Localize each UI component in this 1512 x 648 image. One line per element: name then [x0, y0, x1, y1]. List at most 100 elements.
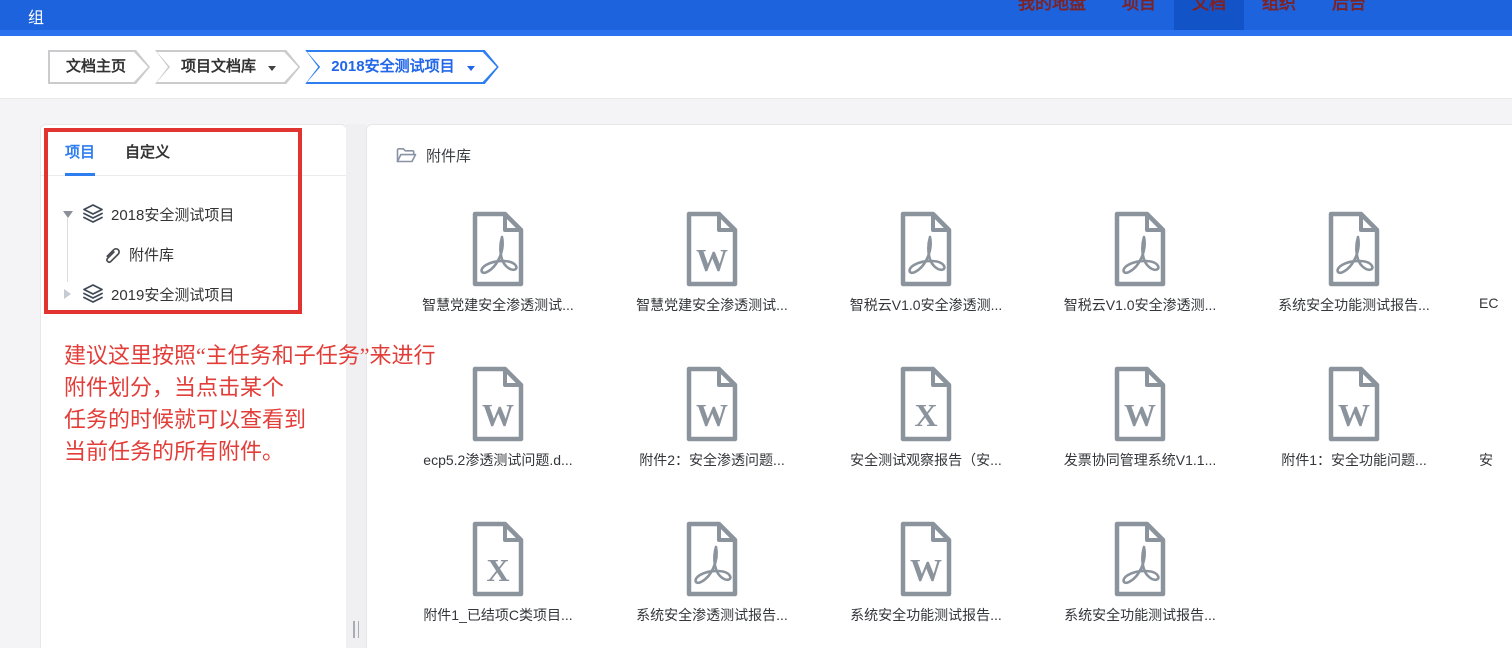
nav-item[interactable]: 组织 [1244, 0, 1314, 30]
layers-icon [83, 204, 103, 223]
file-type-icon: W X [683, 211, 741, 287]
系统安全渗透测试报告...[interactable]: W X 系统安全渗透测试报告... [605, 497, 819, 648]
panel-title: 附件库 [426, 148, 472, 165]
file-type-icon: W X [469, 366, 527, 442]
layers-icon [83, 284, 103, 303]
svg-text:W: W [1338, 397, 1370, 433]
breadcrumb: 文档主页 项目文档库 2018安全测试项目 [48, 50, 504, 84]
file-type-icon: W X [1325, 366, 1383, 442]
file-name: 系统安全功能测试报告... [1278, 297, 1430, 313]
智税云V1.0安全渗透测...[interactable]: W X 智税云V1.0安全渗透测... [1033, 187, 1247, 342]
sidebar-tabs: 项目 自定义 [41, 125, 346, 176]
svg-text:W: W [696, 397, 728, 433]
安全测试观察报告（安...[interactable]: W X 安全测试观察报告（安... [819, 342, 1033, 497]
file-name: 安全测试观察报告（安... [850, 452, 1002, 468]
nav-item[interactable]: 我的地盘 [1000, 0, 1104, 30]
file-name: 系统安全功能测试报告... [1064, 607, 1216, 623]
sidebar-tab[interactable]: 项目 [65, 141, 96, 176]
main-nav: 我的地盘 项目 文档 组织 后台 [1000, 0, 1384, 30]
breadcrumb-item-label: 项目文档库 [181, 58, 257, 75]
file-name: ecp5.2渗透测试问题.d... [423, 452, 573, 468]
file-name: 系统安全渗透测试报告... [636, 607, 788, 623]
file-name: 附件1_已结项C类项目... [423, 607, 573, 623]
file-type-icon: W X [469, 521, 527, 597]
nav-item-label: 文档 [1192, 0, 1226, 13]
安[interactable]: W X 安 [1461, 342, 1512, 497]
nav-item[interactable]: 后台 [1314, 0, 1384, 30]
breadcrumb-item[interactable]: 项目文档库 [155, 50, 300, 84]
nav-item-label: 我的地盘 [1018, 0, 1086, 13]
智税云V1.0安全渗透测...[interactable]: W X 智税云V1.0安全渗透测... [819, 187, 1033, 342]
系统安全功能测试报告...[interactable]: W X 系统安全功能测试报告... [1247, 187, 1461, 342]
file-type-icon: W X [1325, 211, 1383, 287]
EC[interactable]: W X EC [1461, 187, 1512, 342]
panel-header: 附件库 [396, 145, 471, 166]
sidebar-tab-label: 项目 [65, 144, 96, 161]
file-name: 发票协同管理系统V1.1... [1063, 452, 1217, 468]
open-folder-icon [396, 148, 417, 163]
file-type-icon: W X [897, 366, 955, 442]
nav-item-label: 后台 [1332, 0, 1366, 13]
project-tree: 2018安全测试项目 附件库 2019安全测试项目 [41, 176, 346, 314]
ecp5.2渗透测试问题.d...[interactable]: W X ecp5.2渗透测试问题.d... [391, 342, 605, 497]
file-type-icon: W X [469, 211, 527, 287]
breadcrumb-bar: 文档主页 项目文档库 2018安全测试项目 [0, 36, 1512, 99]
file-name: 系统安全功能测试报告... [850, 607, 1002, 623]
file-type-icon: W X [897, 211, 955, 287]
file-name: 智慧党建安全渗透测试... [636, 297, 788, 313]
file-type-icon: W X [683, 521, 741, 597]
nav-item-label: 组织 [1262, 0, 1296, 13]
file-grid: W X 智慧党建安全渗透测试... W X 智慧党建安全渗透测试... [391, 187, 1512, 648]
svg-text:W: W [1124, 397, 1156, 433]
发票协同管理系统V1.1...[interactable]: W X 发票协同管理系统V1.1... [1033, 342, 1247, 497]
tree-item[interactable]: 附件库 [61, 234, 346, 274]
智慧党建安全渗透测试...[interactable]: W X 智慧党建安全渗透测试... [605, 187, 819, 342]
topbar-bottom-strip [0, 30, 1512, 36]
breadcrumb-item-label: 文档主页 [66, 58, 127, 75]
svg-text:W: W [482, 397, 514, 433]
paperclip-icon [105, 247, 120, 263]
file-name: 智税云V1.0安全渗透测... [1063, 297, 1217, 313]
file-type-icon: W X [1111, 211, 1169, 287]
svg-text:X: X [486, 552, 509, 588]
file-type-icon: W X [1111, 521, 1169, 597]
nav-item[interactable]: 文档 [1174, 0, 1244, 30]
svg-text:W: W [696, 242, 728, 278]
chevron-down-icon [466, 66, 475, 71]
breadcrumb-item[interactable]: 文档主页 [48, 50, 150, 84]
智慧党建安全渗透测试...[interactable]: W X 智慧党建安全渗透测试... [391, 187, 605, 342]
系统安全功能测试报告...[interactable]: W X 系统安全功能测试报告... [1033, 497, 1247, 648]
panel-splitter[interactable] [346, 124, 366, 648]
file-name: 智税云V1.0安全渗透测... [849, 297, 1003, 313]
svg-text:X: X [914, 397, 937, 433]
tree-item[interactable]: 2018安全测试项目 [61, 194, 346, 234]
nav-item[interactable]: 项目 [1104, 0, 1174, 30]
tree-caret-icon[interactable] [63, 210, 73, 218]
file-name: 附件1：安全功能问题... [1281, 452, 1427, 468]
tree-caret-icon[interactable] [64, 289, 71, 299]
附件2：安全渗透问题...[interactable]: W X 附件2：安全渗透问题... [605, 342, 819, 497]
file-type-icon: W X [683, 366, 741, 442]
tree-item[interactable]: 2019安全测试项目 [61, 274, 346, 314]
tree-item-label: 2019安全测试项目 [111, 286, 235, 304]
doc-tree-sidebar: 项目 自定义 2018安全测试项目 附件库 2019安全测试项目 [40, 124, 347, 648]
file-name: 附件2：安全渗透问题... [639, 452, 785, 468]
file-type-icon: W X [1111, 366, 1169, 442]
top-nav-bar: 组 我的地盘 项目 文档 组织 后台 [0, 0, 1512, 36]
nav-item-label: 项目 [1122, 0, 1156, 13]
breadcrumb-item[interactable]: 2018安全测试项目 [305, 50, 499, 84]
sidebar-tab-label: 自定义 [125, 144, 171, 161]
file-type-icon: W X [897, 521, 955, 597]
attachment-library-panel: 附件库 W X 智慧党建安全渗透测试... [366, 124, 1512, 648]
file-name: 智慧党建安全渗透测试... [422, 297, 574, 313]
附件1：安全功能问题...[interactable]: W X 附件1：安全功能问题... [1247, 342, 1461, 497]
sidebar-tab[interactable]: 自定义 [125, 141, 170, 176]
breadcrumb-item-label: 2018安全测试项目 [331, 58, 455, 75]
chevron-down-icon [268, 66, 277, 71]
附件1_已结项C类项目...[interactable]: W X 附件1_已结项C类项目... [391, 497, 605, 648]
group-label: 组 [28, 10, 46, 27]
tree-item-label: 附件库 [129, 246, 175, 264]
file-name: EC [1479, 295, 1499, 311]
系统安全功能测试报告...[interactable]: W X 系统安全功能测试报告... [819, 497, 1033, 648]
splitter-drag-handle[interactable] [353, 621, 359, 638]
